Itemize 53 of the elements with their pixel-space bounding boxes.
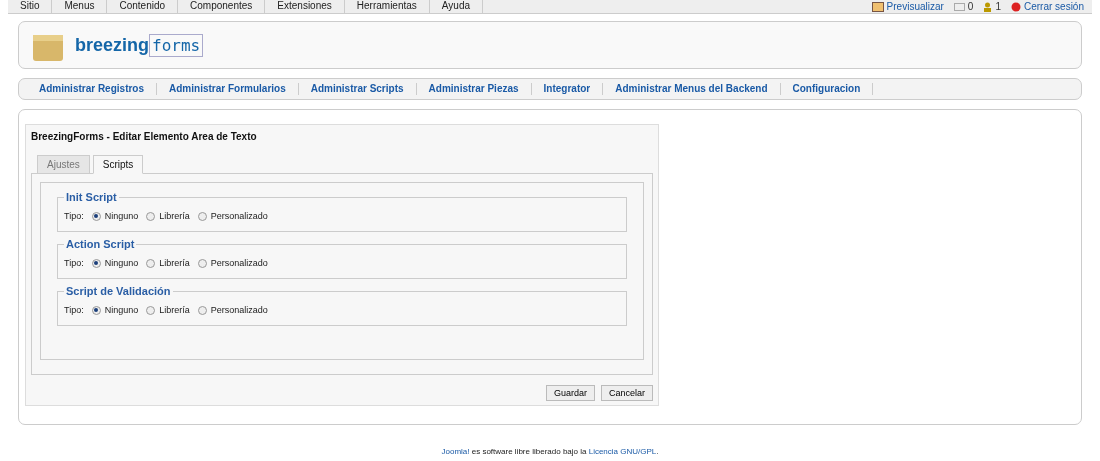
power-icon <box>1010 1 1021 12</box>
submenu-link[interactable]: Administrar Piezas <box>416 83 532 95</box>
status-count: 0 <box>967 1 974 12</box>
radio-label[interactable]: Personalizado <box>210 305 268 315</box>
radio-button[interactable] <box>146 211 156 221</box>
fieldset-legend: Init Script <box>64 191 119 203</box>
radio-button[interactable] <box>146 305 156 315</box>
submenu-link[interactable]: Administrar Registros <box>27 83 158 95</box>
top-menu-item[interactable]: Menus <box>52 0 108 13</box>
top-menu-item[interactable]: Contenido <box>107 0 179 13</box>
footer-text: Joomla! es software libre liberado bajo la Licencia GNU/GPL. <box>440 447 660 456</box>
field-label: Tipo: <box>64 211 84 221</box>
picture-icon <box>871 1 884 12</box>
fieldset-legend: Script de Validación <box>64 285 173 297</box>
radio-label[interactable]: Librería <box>159 211 190 221</box>
radio-label[interactable]: Personalizado <box>210 258 268 268</box>
radio-button[interactable] <box>197 211 207 221</box>
radio-button[interactable] <box>91 211 101 221</box>
top-menu-item[interactable]: Componentes <box>178 0 266 13</box>
top-menu-item[interactable]: Sitio <box>8 0 53 13</box>
radio-label[interactable]: Ninguno <box>104 211 139 221</box>
submenu-link[interactable]: Administrar Formularios <box>157 83 299 95</box>
radio-label[interactable]: Personalizado <box>210 211 268 221</box>
radio-label[interactable]: Ninguno <box>104 258 139 268</box>
status-link[interactable]: Previsualizar <box>886 1 944 12</box>
status-count: 1 <box>995 1 1001 12</box>
top-menu-item[interactable]: Herramientas <box>344 0 430 13</box>
footer-link[interactable]: Joomla! <box>441 447 470 456</box>
dialog-title: BreezingForms - Editar Elemento Area de Texto <box>31 131 258 142</box>
radio-button[interactable] <box>91 305 101 315</box>
submenu-link[interactable]: Configuracion <box>780 83 874 95</box>
tab[interactable]: Ajustes <box>37 155 90 174</box>
radio-button[interactable] <box>91 258 101 268</box>
submenu-link[interactable]: Administrar Scripts <box>298 83 417 95</box>
cancel-button[interactable]: Cancelar <box>600 385 653 401</box>
radio-button[interactable] <box>197 258 207 268</box>
field-label: Tipo: <box>64 258 84 268</box>
radio-label[interactable]: Librería <box>159 258 190 268</box>
logo: breezing forms <box>75 33 204 57</box>
radio-label[interactable]: Librería <box>159 305 190 315</box>
save-button[interactable]: Guardar <box>545 385 595 401</box>
person-icon <box>983 1 993 12</box>
radio-button[interactable] <box>146 258 156 268</box>
field-label: Tipo: <box>64 305 84 315</box>
tab[interactable]: Scripts <box>92 155 144 174</box>
submenu-link[interactable]: Integrator <box>531 83 604 95</box>
top-menu-item[interactable]: Extensiones <box>265 0 345 13</box>
radio-button[interactable] <box>197 305 207 315</box>
fieldset-legend: Action Script <box>64 238 137 250</box>
radio-label[interactable]: Ninguno <box>104 305 139 315</box>
top-menu-item[interactable]: Ayuda <box>429 0 484 13</box>
submenu-link[interactable]: Administrar Menus del Backend <box>603 83 781 95</box>
status-link[interactable]: Cerrar sesión <box>1023 1 1084 12</box>
